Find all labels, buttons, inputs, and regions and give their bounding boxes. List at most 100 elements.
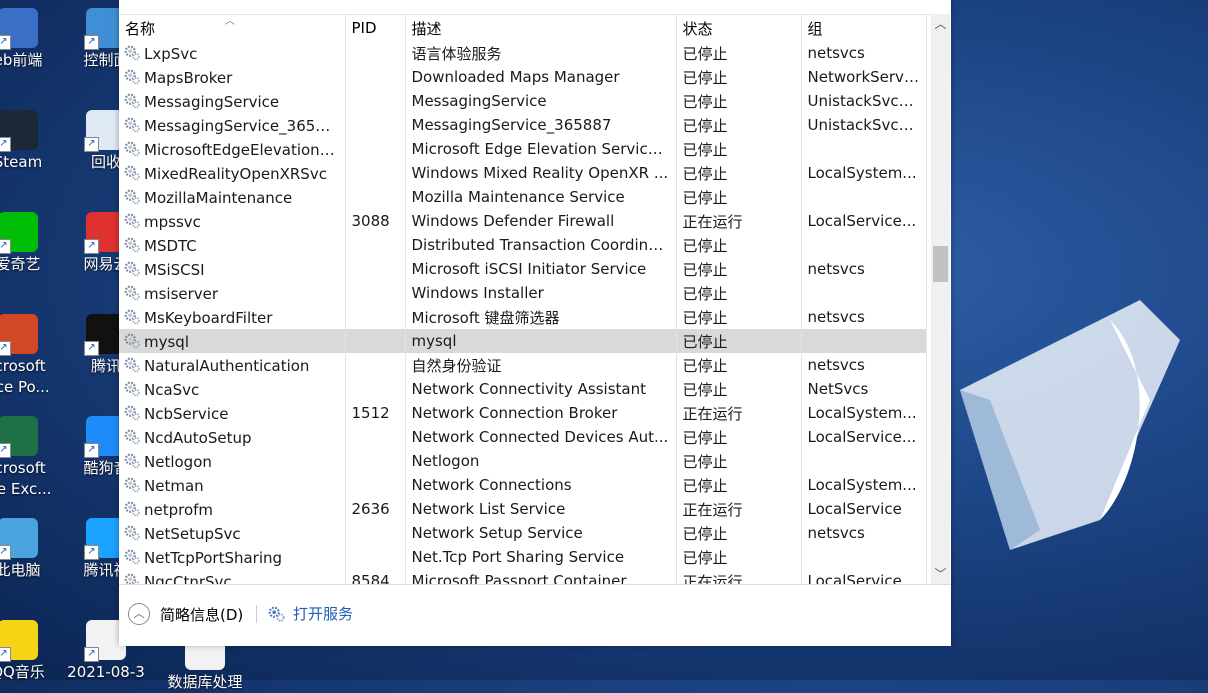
shortcut-arrow-icon: ↗ (0, 443, 11, 458)
shortcut-arrow-icon: ↗ (0, 341, 11, 356)
sort-ascending-icon: ︿ (225, 16, 235, 27)
service-status-cell: 已停止 (676, 353, 802, 377)
service-name-cell: MSDTC (119, 233, 346, 257)
gears-icon (268, 606, 285, 622)
service-description-cell: Windows Defender Firewall (405, 209, 677, 233)
service-gear-icon (124, 165, 140, 180)
shortcut-arrow-icon: ↗ (84, 443, 99, 458)
service-group-cell: LocalService... (801, 569, 927, 585)
service-row[interactable]: netprofm 2636 Network List Service 正在运行 Loca… (119, 497, 927, 521)
service-gear-icon (124, 141, 140, 156)
footer-bar: ︿ 简略信息(D) 打开服务 (119, 584, 951, 646)
service-status-cell: 正在运行 (676, 209, 802, 233)
service-row[interactable]: MessagingService MessagingService 已停止 Unist… (119, 89, 927, 113)
service-row[interactable]: Netlogon Netlogon 已停止 (119, 449, 927, 473)
service-name: LxpSvc (144, 44, 198, 63)
desktop-icon-1[interactable]: ↗Steam (0, 110, 58, 173)
service-name-cell: NetSetupSvc (119, 521, 346, 545)
service-name-cell: msiserver (119, 281, 346, 305)
service-status-cell: 已停止 (676, 449, 802, 473)
service-row[interactable]: MSDTC Distributed Transaction Coordina...… (119, 233, 927, 257)
service-name: MessagingService (144, 92, 280, 111)
service-name: MessagingService_365887 (144, 116, 344, 135)
summary-button[interactable]: ︿ 简略信息(D) (128, 603, 243, 625)
service-name-cell: LxpSvc (119, 41, 346, 65)
service-row[interactable]: NetTcpPortSharing Net.Tcp Port Sharing Se… (119, 545, 927, 569)
service-row[interactable]: NgcCtnrSvc 8584 Microsoft Passport Contain… (119, 569, 927, 585)
service-row[interactable]: MsKeyboardFilter Microsoft 键盘筛选器 已停止 netsvc… (119, 305, 927, 329)
service-row[interactable]: NcbService 1512 Network Connection Broker 正… (119, 401, 927, 425)
service-row[interactable]: MozillaMaintenance Mozilla Maintenance Se… (119, 185, 927, 209)
desktop-icon-2[interactable]: ↗ 爱奇艺 (0, 212, 58, 275)
service-row[interactable]: NaturalAuthentication 自然身份验证 已停止 netsvcs (119, 353, 927, 377)
service-description-cell: 语言体验服务 (405, 41, 677, 65)
service-gear-icon (124, 261, 140, 276)
desktop-icon-label: icrosoft fice Po... (0, 357, 50, 396)
shortcut-arrow-icon: ↗ (0, 137, 11, 152)
column-header-status[interactable]: 状态 (676, 15, 802, 41)
service-description-cell: Distributed Transaction Coordina... (405, 233, 677, 257)
desktop-icon-label: 此电脑 (0, 561, 41, 579)
service-name-cell: NgcCtnrSvc (119, 569, 346, 585)
shortcut-arrow-icon: ↗ (84, 545, 99, 560)
service-row[interactable]: NetSetupSvc Network Setup Service 已停止 netsv… (119, 521, 927, 545)
column-header-description[interactable]: 描述 (405, 15, 677, 41)
service-gear-icon (124, 45, 140, 60)
service-pid-cell (345, 545, 406, 569)
service-row[interactable]: mysql mysql 已停止 (119, 329, 927, 353)
service-pid-cell (345, 329, 406, 353)
service-pid-cell (345, 161, 406, 185)
open-services-link[interactable]: 打开服务 (267, 603, 353, 624)
service-row[interactable]: Netman Network Connections 已停止 LocalSystem.… (119, 473, 927, 497)
desktop-icon-6[interactable]: ↗QQ音乐 (0, 620, 58, 683)
service-name: NetTcpPortSharing (144, 548, 283, 567)
scrollbar-thumb[interactable] (933, 246, 948, 282)
desktop-icon-5[interactable]: ↗ 此电脑 (0, 518, 58, 581)
service-gear-icon (124, 405, 140, 420)
service-group-cell (801, 329, 927, 353)
service-gear-icon (124, 333, 140, 348)
service-description-cell: Netlogon (405, 449, 677, 473)
service-status-cell: 已停止 (676, 185, 802, 209)
scroll-up-icon[interactable]: ︿ (931, 14, 950, 34)
divider (256, 605, 257, 623)
column-header-name[interactable]: ︿ 名称 (119, 15, 346, 41)
service-gear-icon (124, 309, 140, 324)
service-row[interactable]: MessagingService_365887 MessagingService_… (119, 113, 927, 137)
service-row[interactable]: MicrosoftEdgeElevationS... Microsoft Edge… (119, 137, 927, 161)
service-description-cell: Microsoft iSCSI Initiator Service (405, 257, 677, 281)
service-name-cell: netprofm (119, 497, 346, 521)
shortcut-arrow-icon: ↗ (0, 647, 11, 662)
service-status-cell: 已停止 (676, 425, 802, 449)
vertical-scrollbar[interactable]: ︿ ﹀ (931, 14, 950, 584)
service-status-cell: 已停止 (676, 41, 802, 65)
app-icon: ↗ (0, 620, 38, 662)
desktop-icon-3[interactable]: ↗icrosoft fice Po... (0, 314, 58, 398)
service-row[interactable]: MSiSCSI Microsoft iSCSI Initiator Service… (119, 257, 927, 281)
service-row[interactable]: MapsBroker Downloaded Maps Manager 已停止 Netw… (119, 65, 927, 89)
service-group-cell: LocalSystem... (801, 401, 927, 425)
service-description-cell: Network Connection Broker (405, 401, 677, 425)
service-gear-icon (124, 117, 140, 132)
service-row[interactable]: NcdAutoSetup Network Connected Devices Au… (119, 425, 927, 449)
service-name-cell: NetTcpPortSharing (119, 545, 346, 569)
service-description-cell: Microsoft Edge Elevation Service ... (405, 137, 677, 161)
service-row[interactable]: LxpSvc 语言体验服务 已停止 netsvcs (119, 41, 927, 65)
service-name-cell: MicrosoftEdgeElevationS... (119, 137, 346, 161)
service-status-cell: 已停止 (676, 305, 802, 329)
desktop-icon-0[interactable]: ↗eb前端 (0, 8, 58, 71)
app-icon: ↗ (0, 212, 38, 254)
service-row[interactable]: mpssvc 3088 Windows Defender Firewall 正在运行 L… (119, 209, 927, 233)
scroll-down-icon[interactable]: ﹀ (931, 564, 950, 584)
app-icon: ↗ (0, 314, 38, 356)
service-pid-cell (345, 233, 406, 257)
service-name: MixedRealityOpenXRSvc (144, 164, 327, 183)
service-row[interactable]: NcaSvc Network Connectivity Assistant 已停止 N… (119, 377, 927, 401)
service-row[interactable]: MixedRealityOpenXRSvc Windows Mixed Reali… (119, 161, 927, 185)
desktop-icon-4[interactable]: ↗icrosoft ice Exc... (0, 416, 58, 500)
wallpaper-sailboat (960, 300, 1180, 550)
column-header-group[interactable]: 组 (801, 15, 927, 41)
column-header-pid[interactable]: PID (345, 15, 406, 41)
service-group-cell: NetworkServi... (801, 65, 927, 89)
service-row[interactable]: msiserver Windows Installer 已停止 (119, 281, 927, 305)
